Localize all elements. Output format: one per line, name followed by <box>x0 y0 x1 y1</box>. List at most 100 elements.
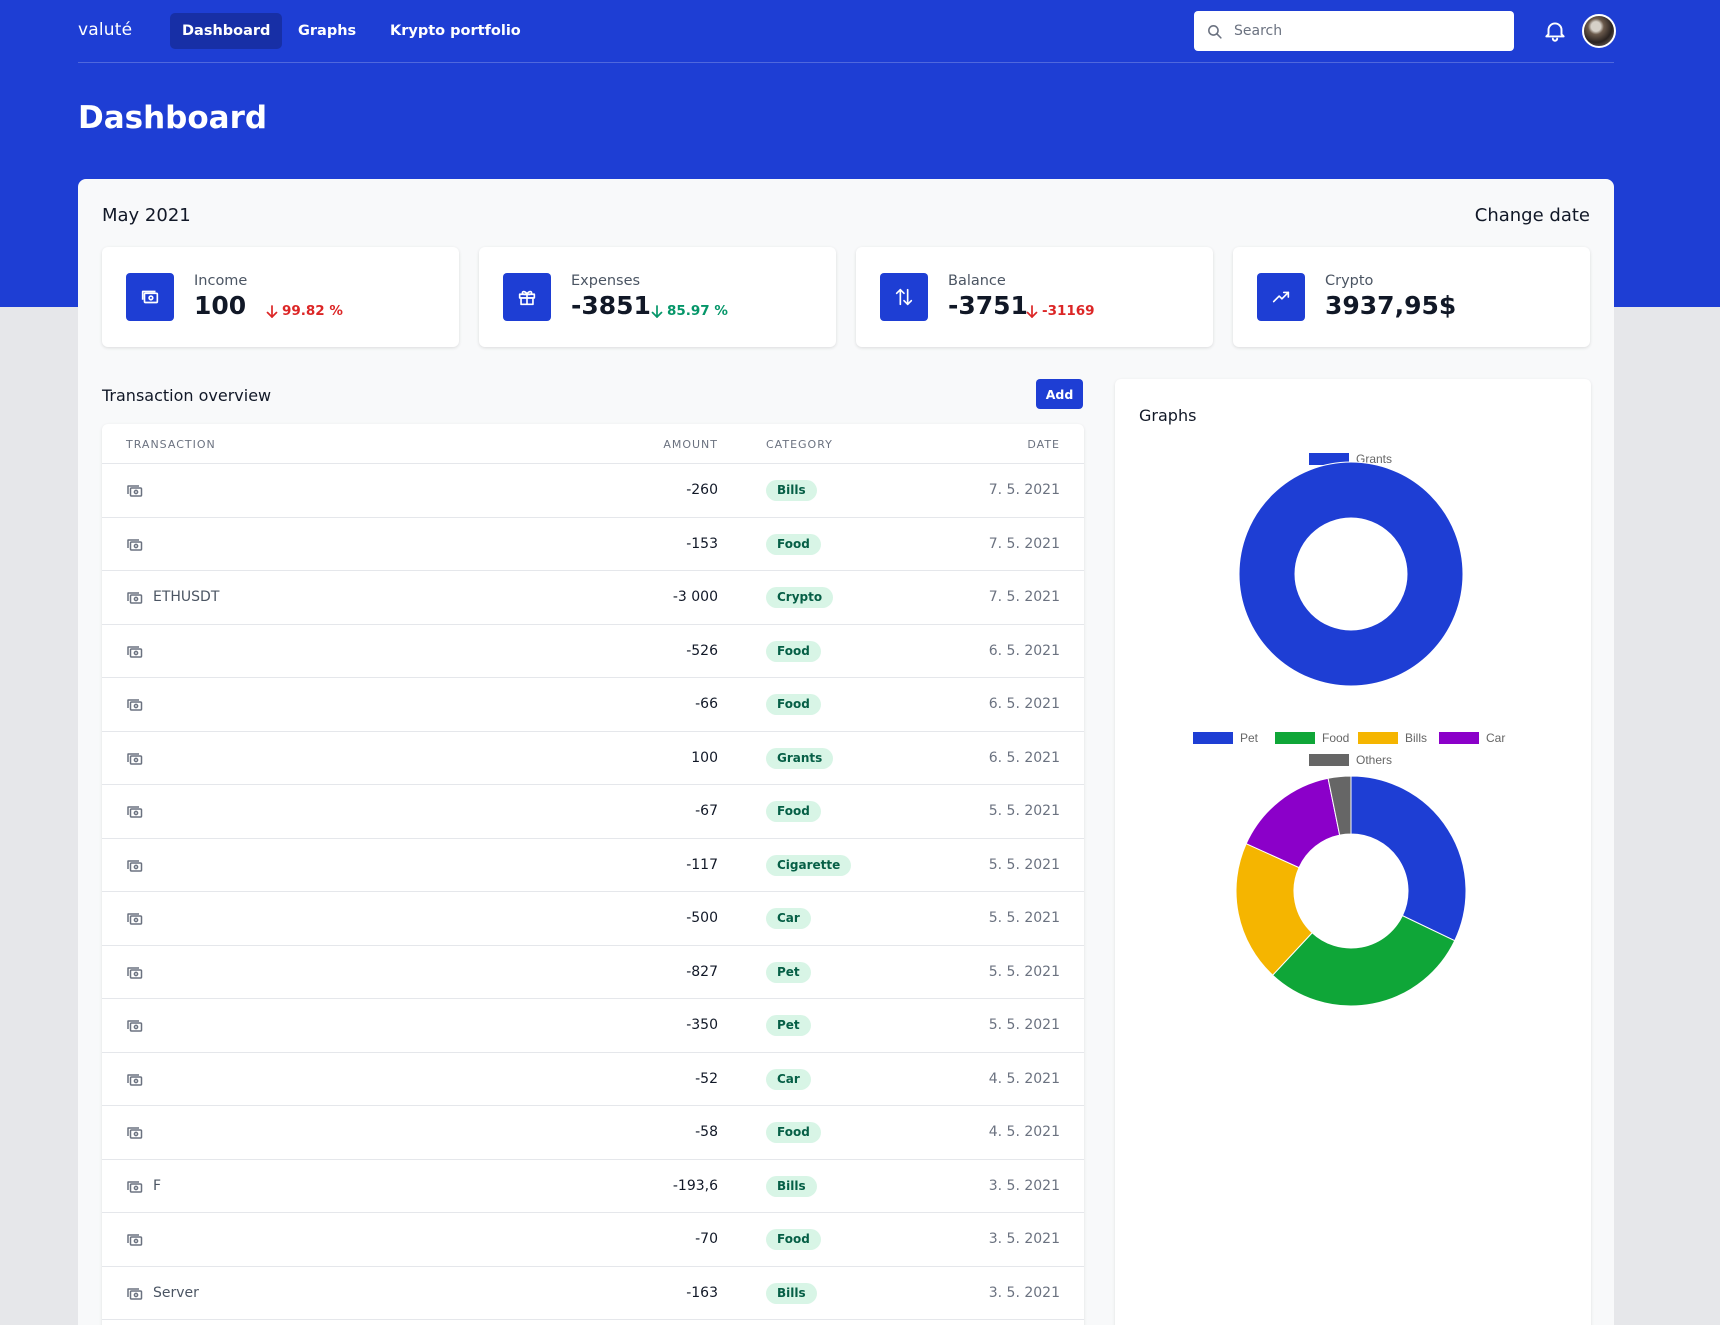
cash-icon <box>126 1179 143 1194</box>
transaction-amount: -67 <box>695 803 718 819</box>
search-icon <box>1194 23 1234 40</box>
cash-icon <box>126 1286 143 1301</box>
transaction-date: 3. 5. 2021 <box>988 1284 1060 1301</box>
table-row[interactable]: -827 Pet 5. 5. 2021 <box>102 946 1084 999</box>
stat-label: Balance <box>948 273 1006 289</box>
notifications-bell-icon[interactable] <box>1542 18 1568 44</box>
top-nav: valuté Dashboard Graphs Krypto portfolio <box>78 0 1616 63</box>
table-row[interactable]: -70 Food 3. 5. 2021 <box>102 1213 1084 1267</box>
stat-card-income: Income 100 99.82 % <box>102 247 459 347</box>
search-input[interactable] <box>1234 23 1494 39</box>
stat-value: -3751 <box>948 291 1028 320</box>
current-period: May 2021 <box>102 205 191 226</box>
transaction-amount: -526 <box>686 642 718 659</box>
transaction-date: 6. 5. 2021 <box>988 696 1060 712</box>
cash-icon <box>126 1125 143 1140</box>
transaction-amount: -827 <box>686 963 718 980</box>
transaction-date: 3. 5. 2021 <box>988 1177 1060 1194</box>
transactions-table: TRANSACTION AMOUNT CATEGORY DATE -260 Bil… <box>102 424 1084 1325</box>
transaction-amount: -70 <box>695 1231 718 1247</box>
cash-icon <box>126 804 143 819</box>
slice-pet[interactable] <box>1350 775 1467 942</box>
cash-icon <box>126 644 143 659</box>
table-row[interactable]: -350 Pet 5. 5. 2021 <box>102 999 1084 1053</box>
table-row[interactable]: -500 Car 5. 5. 2021 <box>102 892 1084 946</box>
transaction-name: F <box>153 1177 162 1194</box>
stat-change: -31169 <box>1026 303 1095 319</box>
search-box <box>1194 11 1514 51</box>
category-badge: Food <box>766 801 821 822</box>
table-row[interactable]: F -193,6 Bills 3. 5. 2021 <box>102 1160 1084 1213</box>
column-header-transaction[interactable]: TRANSACTION <box>126 438 216 451</box>
nav-link-dashboard[interactable]: Dashboard <box>170 13 283 49</box>
transaction-date: 4. 5. 2021 <box>988 1070 1060 1087</box>
transaction-date: 3. 5. 2021 <box>988 1231 1060 1247</box>
table-row[interactable]: -58 Food 4. 5. 2021 <box>102 1106 1084 1160</box>
nav-link-krypto-portfolio[interactable]: Krypto portfolio <box>378 13 533 49</box>
transaction-date: 5. 5. 2021 <box>988 910 1060 926</box>
category-badge: Food <box>766 1229 821 1250</box>
arrow-down-icon <box>651 304 663 318</box>
category-badge: Crypto <box>766 587 834 608</box>
stat-card-crypto: Crypto 3937,95$ <box>1233 247 1590 347</box>
transaction-date: 5. 5. 2021 <box>988 963 1060 980</box>
cash-icon <box>126 537 143 552</box>
slice-grants[interactable] <box>1238 461 1464 687</box>
category-badge: Bills <box>766 480 817 501</box>
category-badge: Food <box>766 1122 821 1143</box>
cash-icon <box>126 1232 143 1247</box>
column-header-amount[interactable]: AMOUNT <box>663 438 718 451</box>
cash-icon <box>126 273 174 321</box>
table-row[interactable]: ETHUSDT -3 000 Crypto 7. 5. 2021 <box>102 571 1084 625</box>
column-header-date[interactable]: DATE <box>1027 438 1060 451</box>
swap-icon <box>880 273 928 321</box>
stat-change-value: -31169 <box>1042 303 1095 319</box>
transactions-title: Transaction overview <box>102 386 272 405</box>
table-row[interactable]: -67 Food 5. 5. 2021 <box>102 785 1084 839</box>
table-row[interactable]: -66 Food 6. 5. 2021 <box>102 678 1084 732</box>
table-row[interactable]: -153 Food 7. 5. 2021 <box>102 518 1084 571</box>
stat-change: 99.82 % <box>266 303 343 319</box>
cash-icon <box>126 858 143 873</box>
table-row[interactable]: -52 Car 4. 5. 2021 <box>102 1053 1084 1106</box>
table-row[interactable]: -526 Food 6. 5. 2021 <box>102 625 1084 678</box>
transaction-date: 7. 5. 2021 <box>988 589 1060 605</box>
category-badge: Pet <box>766 961 811 983</box>
stat-change-value: 85.97 % <box>667 303 728 319</box>
stat-value: 3937,95$ <box>1325 291 1457 320</box>
transaction-amount: -3 000 <box>672 589 718 605</box>
add-transaction-button[interactable]: Add <box>1036 379 1083 409</box>
graphs-panel: Graphs Grants Pet Food Bills Car Others <box>1115 379 1591 1325</box>
nav-link-graphs[interactable]: Graphs <box>286 13 368 49</box>
user-avatar[interactable] <box>1582 14 1616 48</box>
table-row[interactable]: -260 Bills 7. 5. 2021 <box>102 464 1084 518</box>
stat-value: -3851 <box>571 291 651 320</box>
dashboard-card: May 2021 Change date Income 100 99.82 % … <box>78 179 1614 1325</box>
category-badge: Food <box>766 640 821 662</box>
table-row[interactable]: 100 Grants 6. 5. 2021 <box>102 732 1084 785</box>
brand-logo[interactable]: valuté <box>78 20 132 40</box>
transaction-amount: -163 <box>686 1284 718 1301</box>
trending-up-icon <box>1257 273 1305 321</box>
stat-value: 100 <box>194 291 247 320</box>
stat-label: Crypto <box>1325 273 1374 289</box>
transaction-date: 5. 5. 2021 <box>988 1017 1060 1033</box>
cash-icon <box>126 751 143 766</box>
transaction-date: 5. 5. 2021 <box>988 803 1060 819</box>
transaction-date: 7. 5. 2021 <box>988 482 1060 498</box>
transaction-amount: -260 <box>686 482 718 498</box>
arrow-down-icon <box>1026 304 1038 318</box>
table-row[interactable]: Server -163 Bills 3. 5. 2021 <box>102 1267 1084 1320</box>
table-row[interactable]: -117 Cigarette 5. 5. 2021 <box>102 839 1084 892</box>
cash-icon <box>126 911 143 926</box>
stat-card-expenses: Expenses -3851 85.97 % <box>479 247 836 347</box>
column-header-category[interactable]: CATEGORY <box>766 438 833 451</box>
table-header: TRANSACTION AMOUNT CATEGORY DATE <box>102 424 1084 464</box>
category-badge: Food <box>766 533 821 555</box>
transaction-date: 5. 5. 2021 <box>988 856 1060 873</box>
transaction-date: 4. 5. 2021 <box>988 1124 1060 1140</box>
transaction-amount: 100 <box>691 749 718 766</box>
arrow-down-icon <box>266 304 278 318</box>
transaction-name: Server <box>153 1284 199 1301</box>
change-date-button[interactable]: Change date <box>1475 205 1590 226</box>
